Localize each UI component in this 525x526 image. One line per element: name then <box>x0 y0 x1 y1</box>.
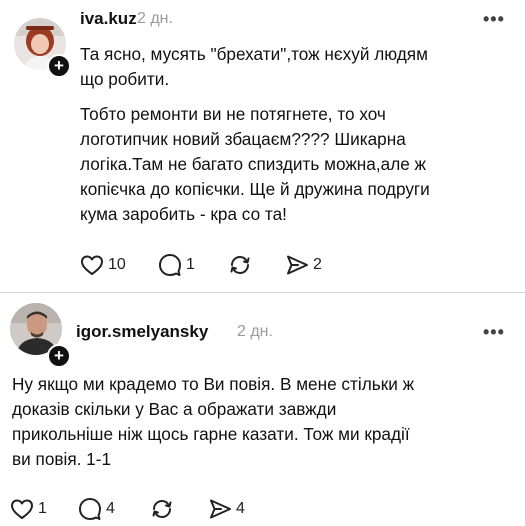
text-line: що робити. <box>80 69 170 89</box>
reply-button[interactable]: 4 <box>78 496 115 522</box>
text-line: Та ясно, мусять "брехати",тож нєхуй людя… <box>80 44 428 64</box>
comment-icon <box>159 254 181 276</box>
repost-button[interactable] <box>150 496 178 522</box>
repost-icon <box>152 499 172 519</box>
text-line: логотипчик новий збацаєм???? Шикарна <box>80 129 406 149</box>
share-count: 2 <box>313 256 322 273</box>
share-button[interactable]: 2 <box>285 252 322 278</box>
text-line: ви повія. 1-1 <box>12 449 112 469</box>
text-line: доказів скільки у Вас а ображати завжди <box>12 399 337 419</box>
text-line: кума заробить - кра со та! <box>80 204 287 224</box>
post-card: + igor.smelyansky 2 дн. ••• Ну якщо ми к… <box>0 293 525 526</box>
share-button[interactable]: 4 <box>208 496 245 522</box>
post-card: + iva.kuz 2 дн. ••• Та ясно, мусять "бре… <box>0 0 525 292</box>
text-line: логіка.Там не багато спиздить можна,але … <box>80 154 427 174</box>
more-options-icon[interactable]: ••• <box>483 322 505 343</box>
send-icon <box>210 499 231 519</box>
heart-icon <box>11 499 33 519</box>
username[interactable]: igor.smelyansky <box>76 322 208 342</box>
text-line: прикольніше ніж щось гарне казати. Тож м… <box>12 424 410 444</box>
follow-plus-icon[interactable]: + <box>47 344 71 368</box>
comment-icon <box>79 498 101 520</box>
reply-button[interactable]: 1 <box>158 252 195 278</box>
post-time: 2 дн. <box>137 10 173 27</box>
follow-plus-icon[interactable]: + <box>47 54 71 78</box>
heart-icon <box>81 255 103 275</box>
avatar[interactable]: + <box>14 18 71 78</box>
avatar[interactable]: + <box>10 303 71 368</box>
text-line: копієчка до копієчки. Ще й дружина подру… <box>80 179 430 199</box>
text-line: Тобто ремонти ви не потягнете, то хоч <box>80 104 386 124</box>
like-count: 10 <box>108 256 126 273</box>
like-button[interactable]: 10 <box>80 252 126 278</box>
post-time: 2 дн. <box>237 323 273 340</box>
action-bar: 1 4 4 <box>10 496 270 522</box>
repost-button[interactable] <box>228 252 256 278</box>
more-options-icon[interactable]: ••• <box>483 9 505 30</box>
reply-count: 4 <box>106 500 115 517</box>
reply-count: 1 <box>186 256 195 273</box>
like-count: 1 <box>38 500 47 517</box>
action-bar: 10 1 2 <box>80 252 340 278</box>
share-count: 4 <box>236 500 245 517</box>
repost-icon <box>230 255 250 275</box>
send-icon <box>287 255 308 275</box>
like-button[interactable]: 1 <box>10 496 47 522</box>
username[interactable]: iva.kuz <box>80 9 137 29</box>
text-line: Ну якщо ми крадемо то Ви повія. В мене с… <box>12 374 415 394</box>
